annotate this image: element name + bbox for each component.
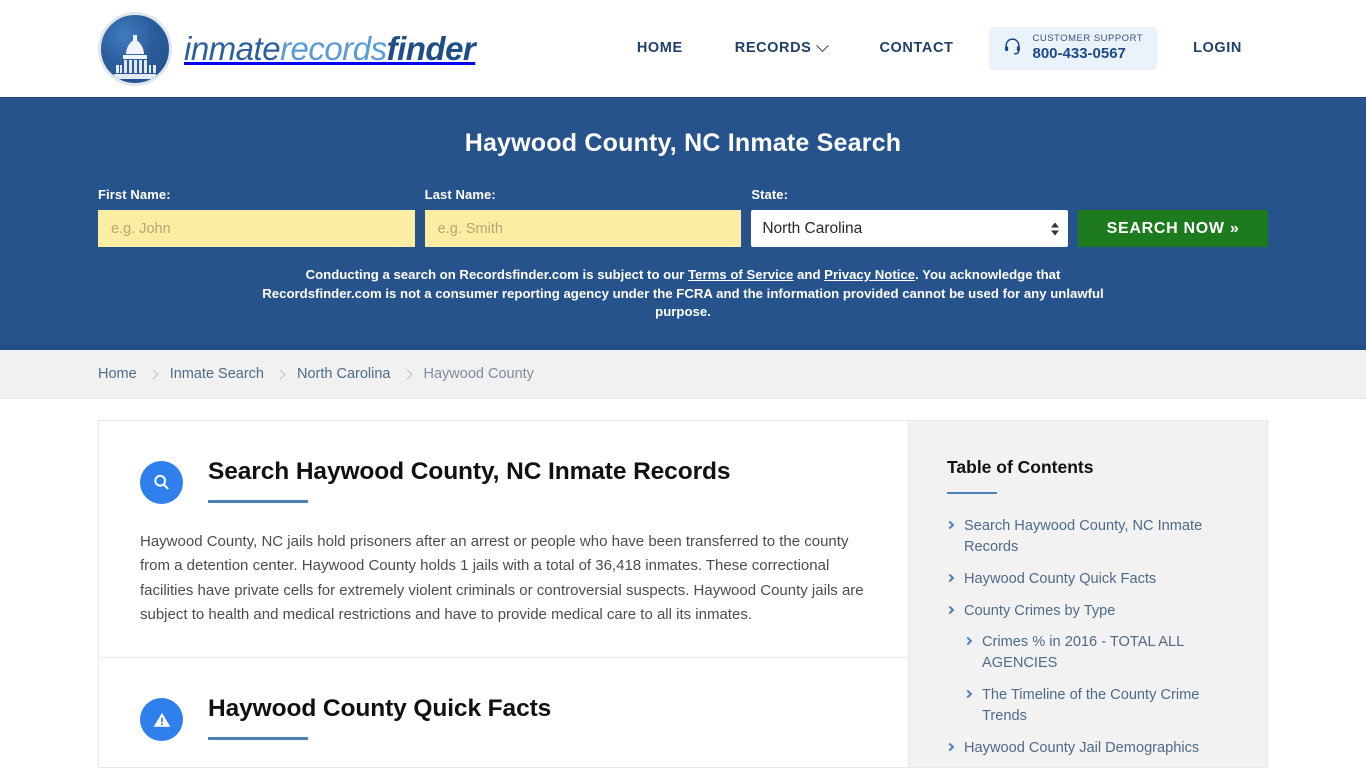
brand-part-2: records — [280, 29, 387, 67]
chevron-right-icon — [945, 520, 955, 530]
toc-title: Table of Contents — [947, 457, 1094, 477]
page-title: Haywood County, NC Inmate Search — [464, 129, 902, 157]
disclaimer-part-1: Conducting a search on Recordsfinder.com… — [305, 267, 689, 282]
brand-part-3: finder — [386, 29, 476, 67]
chevron-down-icon — [816, 39, 830, 53]
nav-label-contact: CONTACT — [879, 40, 954, 57]
main-navigation: HOME RECORDS CONTACT CUSTOMER SUPPORT 80… — [611, 27, 1268, 70]
toc-item[interactable]: Haywood County Quick Facts — [945, 569, 1240, 590]
magnifier-icon — [140, 461, 183, 504]
first-name-field-group: First Name: — [98, 187, 415, 247]
disclaimer-part-2: and — [793, 267, 825, 282]
toc-list: Search Haywood County, NC Inmate Records… — [945, 516, 1240, 768]
support-phone: 800-433-0567 — [1032, 45, 1126, 63]
toc-item[interactable]: County Crimes by Type — [945, 601, 1240, 622]
capitol-dome-icon — [98, 11, 172, 86]
last-name-label: Last Name: — [424, 187, 496, 202]
brand-logo-link[interactable]: inmaterecordsfinder — [98, 11, 476, 86]
accent-underline — [208, 499, 308, 503]
section-title: Haywood County Quick Facts — [208, 695, 552, 723]
chevron-right-icon — [275, 369, 286, 379]
last-name-field-group: Last Name: — [424, 187, 742, 247]
section-body-text: Haywood County, NC jails hold prisoners … — [140, 533, 864, 623]
chevron-right-icon — [945, 573, 955, 582]
toc-item[interactable]: The Timeline of the County Crime Trends — [947, 685, 1240, 727]
chevron-right-icon — [945, 605, 955, 614]
nav-label-login: LOGIN — [1193, 40, 1242, 57]
nav-label-records: RECORDS — [734, 40, 812, 57]
first-name-label: First Name: — [98, 187, 171, 202]
nav-label-home: HOME — [636, 40, 683, 57]
chevron-right-icon — [963, 637, 973, 646]
main-content-card: Search Haywood County, NC Inmate Records… — [98, 420, 908, 768]
section-quick-facts: Haywood County Quick Facts — [99, 657, 908, 768]
toc-link[interactable]: Search Haywood County, NC Inmate Records — [964, 516, 1240, 558]
breadcrumb-item-home[interactable]: Home — [98, 366, 137, 382]
nav-item-home[interactable]: HOME — [611, 40, 709, 56]
site-header: inmaterecordsfinder HOME RECORDS CONTACT — [0, 0, 1366, 97]
warning-triangle-icon — [140, 698, 183, 742]
nav-item-contact[interactable]: CONTACT — [853, 40, 979, 56]
breadcrumb: Home Inmate Search North Carolina Haywoo… — [98, 366, 534, 382]
nav-item-records[interactable]: RECORDS — [709, 39, 854, 57]
hero-search-section: Haywood County, NC Inmate Search First N… — [0, 97, 1366, 350]
customer-support-box[interactable]: CUSTOMER SUPPORT 800-433-0567 — [989, 27, 1158, 70]
chevron-right-icon — [148, 369, 159, 379]
chevron-right-icon — [402, 369, 412, 379]
table-of-contents-sidebar: Table of Contents Search Haywood County,… — [908, 420, 1268, 768]
breadcrumb-item-north-carolina[interactable]: North Carolina — [297, 366, 391, 382]
section-search-records: Search Haywood County, NC Inmate Records… — [99, 421, 908, 657]
toc-item[interactable]: Search Haywood County, NC Inmate Records — [945, 516, 1240, 558]
terms-of-service-link[interactable]: Terms of Service — [688, 267, 793, 282]
breadcrumb-item-current: Haywood County — [423, 366, 534, 382]
toc-accent-underline — [947, 492, 997, 494]
privacy-notice-link[interactable]: Privacy Notice — [824, 267, 915, 282]
support-label: CUSTOMER SUPPORT — [1032, 33, 1144, 45]
chevron-right-icon — [963, 689, 973, 699]
section-title: Search Haywood County, NC Inmate Records — [208, 458, 731, 485]
toc-link[interactable]: Haywood County Jail Demographics — [964, 738, 1199, 759]
accent-underline — [208, 737, 308, 741]
brand-wordmark: inmaterecordsfinder — [184, 29, 476, 68]
toc-link[interactable]: The Timeline of the County Crime Trends — [982, 685, 1240, 727]
headset-icon — [1003, 36, 1022, 60]
nav-item-login[interactable]: LOGIN — [1167, 40, 1268, 56]
search-disclaimer: Conducting a search on Recordsfinder.com… — [261, 266, 1106, 322]
toc-link[interactable]: Haywood County Quick Facts — [964, 569, 1156, 590]
breadcrumb-bar: Home Inmate Search North Carolina Haywoo… — [0, 350, 1366, 399]
state-select[interactable]: North Carolina — [751, 210, 1069, 247]
state-label: State: — [751, 187, 789, 202]
toc-item[interactable]: Crimes % in 2016 - TOTAL ALL AGENCIES — [947, 632, 1240, 674]
inmate-search-form: First Name: Last Name: State: North Caro… — [98, 187, 1269, 247]
toc-link[interactable]: County Crimes by Type — [964, 601, 1115, 622]
brand-part-1: inmate — [184, 29, 281, 67]
last-name-input[interactable] — [424, 210, 742, 247]
state-field-group: State: North Carolina — [751, 187, 1069, 247]
chevron-right-icon — [945, 742, 955, 752]
toc-item[interactable]: Haywood County Jail Demographics — [945, 738, 1240, 759]
first-name-input[interactable] — [98, 210, 415, 247]
search-now-button[interactable]: SEARCH NOW » — [1078, 210, 1269, 247]
breadcrumb-item-inmate-search[interactable]: Inmate Search — [170, 366, 264, 382]
toc-link[interactable]: Crimes % in 2016 - TOTAL ALL AGENCIES — [982, 632, 1240, 674]
page-content: Search Haywood County, NC Inmate Records… — [0, 399, 1366, 768]
